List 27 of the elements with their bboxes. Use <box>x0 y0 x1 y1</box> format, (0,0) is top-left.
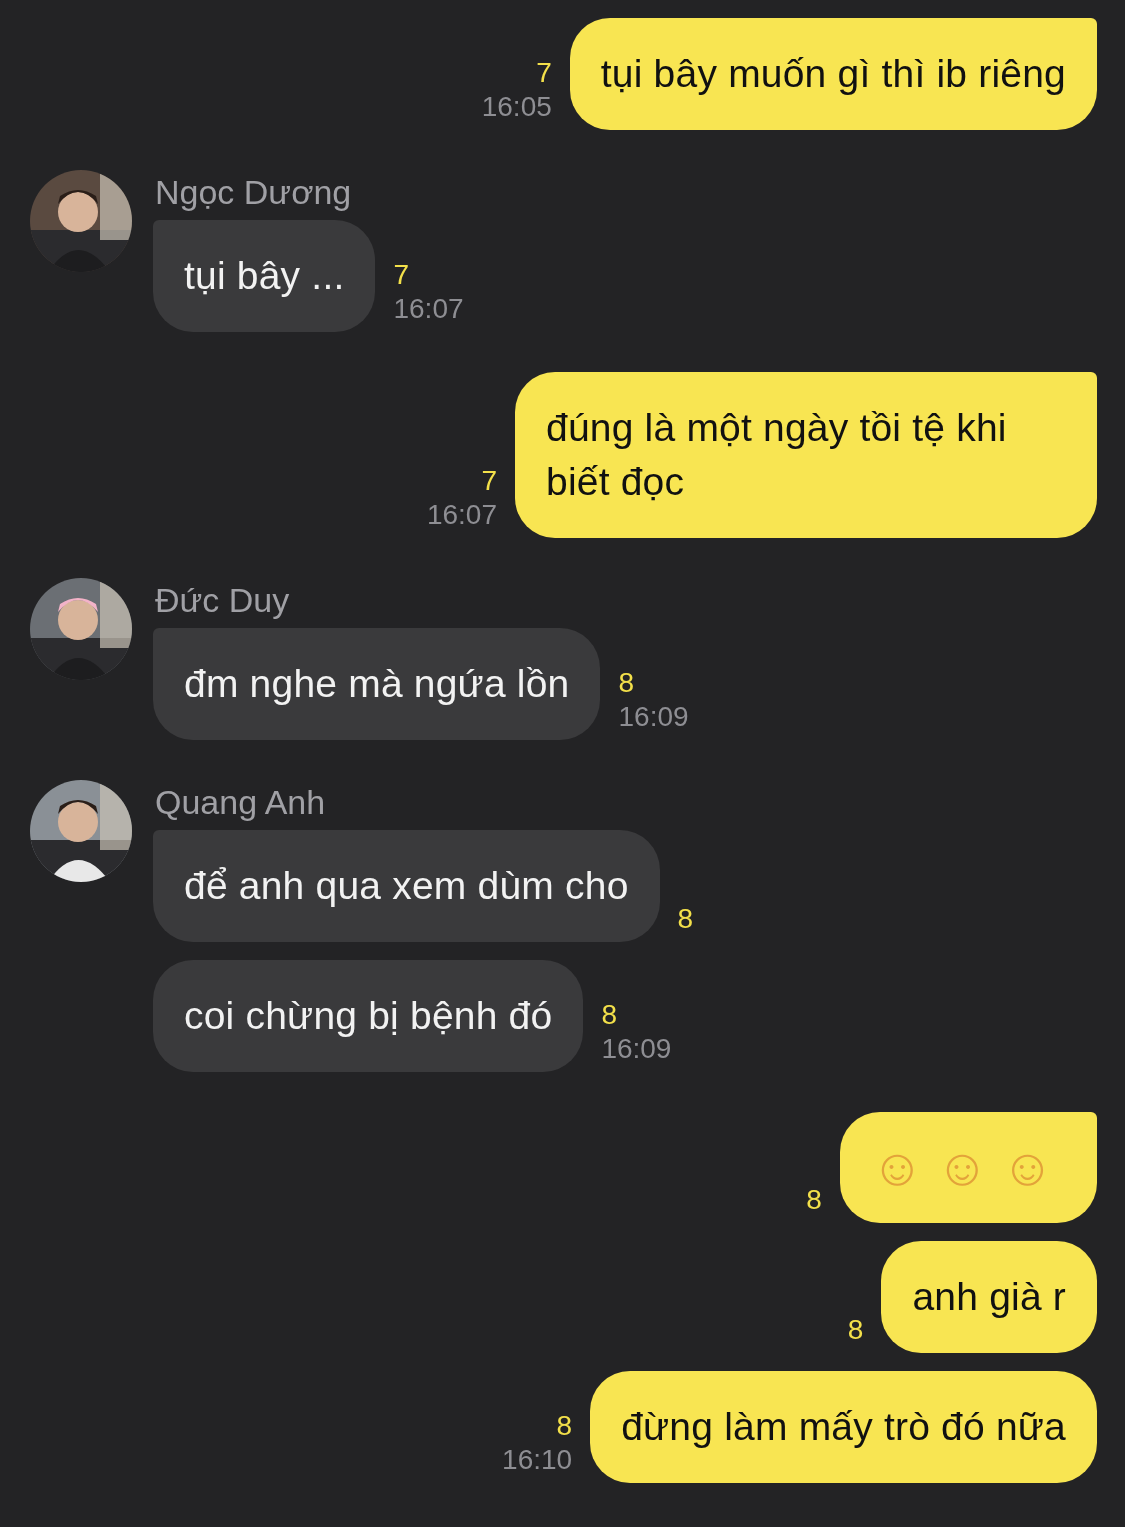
message-bubble: coi chừng bị bệnh đó <box>153 960 584 1072</box>
emoji-bubble: ☺☺☺ <box>839 1112 1097 1223</box>
unread-count: 8 <box>806 1183 822 1217</box>
unread-count: 7 <box>393 258 410 292</box>
unread-count: 8 <box>601 998 617 1032</box>
unread-count: 7 <box>536 56 552 90</box>
unread-count: 7 <box>481 464 497 498</box>
message-time: 16:07 <box>393 292 464 326</box>
message-bubble: đm nghe mà ngứa lồn <box>153 628 601 740</box>
message-time: 16:05 <box>481 90 552 124</box>
message-time: 16:10 <box>502 1443 573 1477</box>
message-bubble: đúng là một ngày tồi tệ khi biết đọc <box>515 372 1097 538</box>
message-time: 16:07 <box>426 498 497 532</box>
sender-name: Đức Duy <box>155 580 290 620</box>
sender-name: Ngọc Dương <box>155 172 352 212</box>
sender-name: Quang Anh <box>155 782 326 822</box>
message-time: 16:09 <box>601 1032 672 1066</box>
unread-count: 8 <box>556 1409 573 1443</box>
unread-count: 8 <box>618 666 635 700</box>
message-bubble: anh già r <box>881 1241 1097 1353</box>
unread-count: 8 <box>677 902 694 936</box>
unread-count: 8 <box>847 1313 864 1347</box>
message-bubble: đừng làm mấy trò đó nữa <box>590 1371 1097 1483</box>
message-bubble: tụi bây ... <box>153 220 376 332</box>
message-bubble: để anh qua xem dùm cho <box>153 830 660 942</box>
message-bubble: tụi bây muốn gì thì ib riêng <box>569 18 1097 130</box>
message-time: 16:09 <box>618 700 689 734</box>
